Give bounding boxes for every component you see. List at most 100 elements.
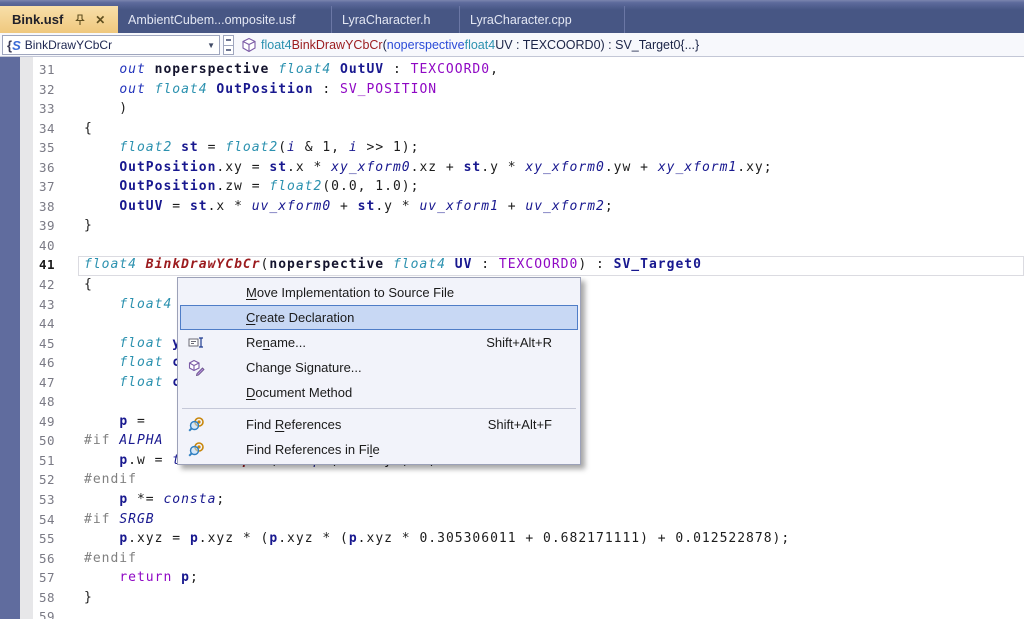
- token: float4: [278, 62, 331, 77]
- code-line[interactable]: 55 p.xyz = p.xyz * (p.xyz * (p.xyz * 0.3…: [0, 529, 1024, 549]
- token: =: [199, 140, 225, 155]
- code-line[interactable]: 41float4 BinkDrawYCbCr(noperspective flo…: [0, 255, 1024, 275]
- code-text: }: [84, 216, 93, 236]
- menu-item-create-declaration[interactable]: Create Declaration: [180, 305, 578, 330]
- code-line[interactable]: 36 OutPosition.xy = st.x * xy_xform0.xz …: [0, 158, 1024, 178]
- token: float4: [393, 257, 446, 272]
- line-number: 38: [20, 197, 55, 217]
- code-line[interactable]: 57 return p;: [0, 568, 1024, 588]
- token: .xy =: [216, 160, 269, 175]
- token: float2: [225, 140, 278, 155]
- ide-window: Bink.usf ✕ AmbientCubem...omposite.usfLy…: [0, 0, 1024, 619]
- token: .xy;: [737, 160, 772, 175]
- close-icon[interactable]: ✕: [93, 13, 107, 27]
- code-line[interactable]: 38 OutUV = st.x * uv_xform0 + st.y * uv_…: [0, 197, 1024, 217]
- chevron-down-icon[interactable]: ▼: [207, 41, 215, 50]
- pin-icon[interactable]: [73, 13, 87, 27]
- change-signature-icon: [188, 359, 205, 376]
- code-text: {: [84, 119, 93, 139]
- token: ;: [216, 492, 225, 507]
- document-tab-bar: Bink.usf ✕ AmbientCubem...omposite.usfLy…: [0, 0, 1024, 33]
- token: xy_xform0: [525, 160, 604, 175]
- token: [84, 199, 119, 214]
- code-line[interactable]: 34{: [0, 119, 1024, 139]
- line-number: 40: [20, 236, 55, 256]
- token: [384, 257, 393, 272]
- token: SRGB: [119, 512, 154, 527]
- menu-item-move-implementation-to-source-file[interactable]: Move Implementation to Source File: [180, 280, 578, 305]
- tab-active[interactable]: Bink.usf ✕: [0, 6, 118, 33]
- code-line[interactable]: 39}: [0, 216, 1024, 236]
- line-number: 37: [20, 177, 55, 197]
- line-number: 33: [20, 99, 55, 119]
- menu-item-shortcut: Shift+Alt+F: [488, 412, 552, 437]
- code-line[interactable]: 35 float2 st = float2(i & 1, i >> 1);: [0, 138, 1024, 158]
- code-text: #endif: [84, 470, 137, 490]
- code-text: OutPosition.xy = st.x * xy_xform0.xz + s…: [84, 158, 773, 178]
- token: .x *: [208, 199, 252, 214]
- navbar-splitter-control[interactable]: [223, 35, 234, 55]
- scope-dropdown-value: BinkDrawYCbCr: [25, 38, 203, 52]
- token: float4: [84, 257, 137, 272]
- token: =: [163, 199, 189, 214]
- token: p: [181, 570, 190, 585]
- token: st: [269, 160, 287, 175]
- token: float: [119, 336, 163, 351]
- refactor-context-menu: Move Implementation to Source FileCreate…: [177, 277, 581, 465]
- token: [163, 336, 172, 351]
- token: ) :: [578, 257, 613, 272]
- menu-item-find-references-in-file[interactable]: Find References in File: [180, 437, 578, 462]
- menu-item-change-signature[interactable]: Change Signature...: [180, 355, 578, 380]
- menu-item-shortcut: Shift+Alt+R: [486, 330, 552, 355]
- token: [84, 82, 119, 97]
- token: [84, 453, 119, 468]
- tab-ambientcubem-omposite-usf[interactable]: AmbientCubem...omposite.usf: [118, 6, 332, 33]
- member-signature-dropdown[interactable]: float4 BinkDrawYCbCr(noperspective float…: [261, 33, 699, 56]
- token: .w =: [128, 453, 172, 468]
- token: out: [119, 62, 145, 77]
- line-number: 58: [20, 588, 55, 608]
- token: OutPosition: [119, 160, 216, 175]
- token: .xyz * (: [278, 531, 349, 546]
- line-number: 57: [20, 568, 55, 588]
- code-text: OutUV = st.x * uv_xform0 + st.y * uv_xfo…: [84, 197, 614, 217]
- token: [84, 531, 119, 546]
- code-line[interactable]: 31 out noperspective float4 OutUV : TEXC…: [0, 60, 1024, 80]
- token: float4: [261, 38, 292, 52]
- code-text: {: [84, 275, 93, 295]
- scope-dropdown[interactable]: {S BinkDrawYCbCr ▼: [2, 35, 220, 55]
- menu-item-find-references[interactable]: Find ReferencesShift+Alt+F: [180, 412, 578, 437]
- token: uv_xform2: [525, 199, 604, 214]
- code-text: #if ALPHA: [84, 431, 163, 451]
- token: [84, 160, 119, 175]
- menu-separator: [182, 408, 576, 409]
- token: .xyz * (: [199, 531, 270, 546]
- token: p: [119, 453, 128, 468]
- menu-item-label: Change Signature...: [246, 355, 362, 380]
- menu-item-label: Document Method: [246, 380, 352, 405]
- tab-lyracharacter-h[interactable]: LyraCharacter.h: [332, 6, 460, 33]
- code-line[interactable]: 56#endif: [0, 549, 1024, 569]
- line-number: 53: [20, 490, 55, 510]
- token: & 1,: [296, 140, 349, 155]
- code-line[interactable]: 52#endif: [0, 470, 1024, 490]
- token: ,: [490, 62, 499, 77]
- code-line[interactable]: 33 ): [0, 99, 1024, 119]
- line-number: 46: [20, 353, 55, 373]
- menu-item-label: Find References in File: [246, 437, 380, 462]
- code-line[interactable]: 59: [0, 607, 1024, 619]
- code-line[interactable]: 32 out float4 OutPosition : SV_POSITION: [0, 80, 1024, 100]
- token: [84, 492, 119, 507]
- token: OutUV: [340, 62, 384, 77]
- token: .xyz =: [128, 531, 190, 546]
- token: [84, 355, 119, 370]
- menu-item-rename[interactable]: Rename...Shift+Alt+R: [180, 330, 578, 355]
- menu-item-document-method[interactable]: Document Method: [180, 380, 578, 405]
- code-line[interactable]: 40: [0, 236, 1024, 256]
- code-line[interactable]: 53 p *= consta;: [0, 490, 1024, 510]
- code-line[interactable]: 54#if SRGB: [0, 510, 1024, 530]
- token: #if: [84, 433, 119, 448]
- code-line[interactable]: 37 OutPosition.zw = float2(0.0, 1.0);: [0, 177, 1024, 197]
- tab-lyracharacter-cpp[interactable]: LyraCharacter.cpp: [460, 6, 625, 33]
- code-line[interactable]: 58}: [0, 588, 1024, 608]
